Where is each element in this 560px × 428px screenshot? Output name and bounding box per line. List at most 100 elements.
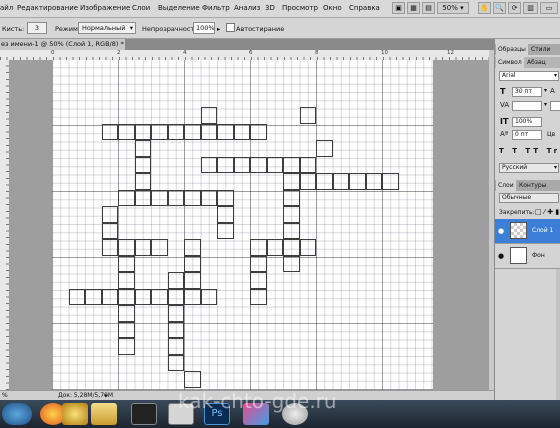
font-size-input[interactable]: 30 пт — [512, 87, 542, 97]
eye-icon[interactable]: ● — [498, 227, 504, 235]
tab-paragraph[interactable]: Абзац — [525, 57, 548, 68]
start-button[interactable] — [2, 403, 32, 425]
lock-icons[interactable]: □ ⁄ ✚ ▮ — [535, 208, 559, 216]
menu-image[interactable]: Изображение — [80, 4, 130, 12]
crossword-cell — [299, 156, 316, 173]
chevron-down-icon: ▾ — [553, 72, 557, 79]
status-arrow-icon[interactable]: ▸ — [105, 392, 108, 399]
hand-tool-icon[interactable]: ✋ — [478, 2, 491, 14]
document-canvas[interactable] — [52, 60, 433, 390]
arrange-button[interactable]: ▥ — [523, 2, 538, 14]
vertical-scale-icon: IT — [500, 117, 509, 126]
chevron-down-icon[interactable]: ▾ — [544, 87, 547, 94]
menu-window[interactable]: Окно — [323, 4, 342, 12]
layer-row[interactable]: ● Слой 1 — [495, 219, 560, 244]
menu-layers[interactable]: Слои — [132, 4, 150, 12]
crossword-cell — [184, 288, 201, 305]
crossword-cell — [167, 321, 184, 338]
screen-mode-button[interactable]: ▭ — [540, 2, 558, 14]
ruler-vertical — [0, 60, 10, 390]
chevron-down-icon: ▾ — [129, 24, 133, 32]
menu-help[interactable]: Справка — [349, 4, 380, 12]
text-style-buttons[interactable]: T T TT Tr T' T, T T — [499, 147, 560, 155]
menu-analysis[interactable]: Анализ — [234, 4, 260, 12]
crossword-cell — [250, 272, 267, 289]
brush-picker[interactable]: 3 — [27, 22, 47, 34]
menu-select[interactable]: Выделение — [158, 4, 200, 12]
extras-button[interactable]: ▤ — [422, 2, 435, 14]
tab-styles[interactable]: Стили — [529, 44, 552, 55]
zoom-select[interactable]: 50% ▾ — [437, 2, 469, 14]
layers-scrollbar[interactable] — [556, 269, 560, 400]
blend-mode-select[interactable]: Обычные — [499, 193, 559, 203]
color-label: Цв — [547, 131, 556, 138]
language-select[interactable]: Русский ▾ — [499, 163, 559, 173]
baseline-shift-input[interactable]: 0 пт — [512, 130, 542, 140]
opacity-arrow-icon[interactable]: ▸ — [217, 25, 220, 33]
rotate-tool-icon[interactable]: ⟳ — [508, 2, 521, 14]
crossword-cell — [118, 255, 135, 272]
eye-icon[interactable]: ● — [498, 252, 504, 260]
kerning-input[interactable] — [512, 101, 542, 111]
character-tab-bar: Символ Абзац — [495, 57, 560, 68]
menu-3d[interactable]: 3D — [265, 4, 275, 12]
crossword-cell — [316, 173, 333, 190]
crossword-cell — [167, 354, 184, 371]
folder-icon[interactable] — [91, 403, 117, 425]
aimp-icon[interactable] — [62, 403, 88, 425]
zoom-tool-icon[interactable]: 🔍 — [493, 2, 506, 14]
mode-select[interactable]: Нормальный ▾ — [78, 22, 136, 34]
crossword-cell — [101, 123, 118, 140]
baseline-shift-value: 0 пт — [515, 131, 529, 138]
ruler-label: 4 — [183, 50, 187, 56]
menu-filter[interactable]: Фильтр — [202, 4, 230, 12]
menu-edit[interactable]: Редактирование — [17, 4, 78, 12]
vertical-scale-input[interactable]: 100% — [512, 117, 542, 127]
crossword-cell — [200, 107, 217, 124]
tracking-select[interactable] — [550, 101, 560, 111]
layer-thumbnail — [510, 222, 527, 239]
crossword-cell — [134, 239, 151, 256]
crossword-cell — [217, 206, 234, 223]
crossword-cell — [134, 189, 151, 206]
right-panel-dock: Образцы Стили Символ Абзац Arial ▾ T 30 … — [494, 39, 560, 400]
tab-character[interactable]: Символ — [496, 57, 524, 68]
minibridge-button[interactable]: ▦ — [407, 2, 420, 14]
crossword-cell — [184, 272, 201, 289]
tab-paths[interactable]: Контуры — [517, 180, 548, 191]
crossword-cell — [167, 338, 184, 355]
layer-row[interactable]: ● Фон — [495, 244, 560, 269]
crossword-cell — [233, 123, 250, 140]
document-tab[interactable]: ез имени-1 @ 50% (Слой 1, RGB/8) * — [0, 39, 125, 50]
crossword-cell — [250, 288, 267, 305]
tab-swatches[interactable]: Образцы — [496, 44, 528, 55]
menu-view[interactable]: Просмотр — [282, 4, 318, 12]
crossword-cell — [184, 239, 201, 256]
chevron-down-icon: ▾ — [553, 164, 557, 171]
crossword-cell — [250, 156, 267, 173]
font-family-select[interactable]: Arial ▾ — [499, 71, 559, 81]
blend-mode-value: Обычные — [502, 194, 532, 201]
crossword-cell — [299, 239, 316, 256]
crossword-cell — [299, 173, 316, 190]
menu-file[interactable]: айл — [0, 4, 13, 12]
options-bar: Кисть: 3 Режим: Нормальный ▾ Непрозрачно… — [0, 18, 560, 39]
crossword-cell — [250, 239, 267, 256]
crossword-cell — [167, 123, 184, 140]
watermark: kak-chto-gde.ru — [178, 389, 337, 413]
crossword-cell — [184, 189, 201, 206]
opacity-value: 100% — [196, 24, 215, 32]
chevron-down-icon[interactable]: ▾ — [544, 101, 547, 108]
crossword-cell — [184, 123, 201, 140]
opacity-input[interactable]: 100% — [193, 22, 215, 34]
ruler-label: 0 — [51, 50, 55, 56]
crossword-cell — [349, 173, 366, 190]
crossword-cell — [200, 156, 217, 173]
media-player-icon[interactable] — [131, 403, 157, 425]
crossword-cell — [167, 189, 184, 206]
crossword-cell — [200, 189, 217, 206]
ruler-label: 2 — [117, 50, 121, 56]
airbrush-checkbox[interactable] — [226, 23, 235, 32]
bridge-button[interactable]: ▣ — [392, 2, 405, 14]
tab-layers[interactable]: Слои — [496, 180, 516, 191]
